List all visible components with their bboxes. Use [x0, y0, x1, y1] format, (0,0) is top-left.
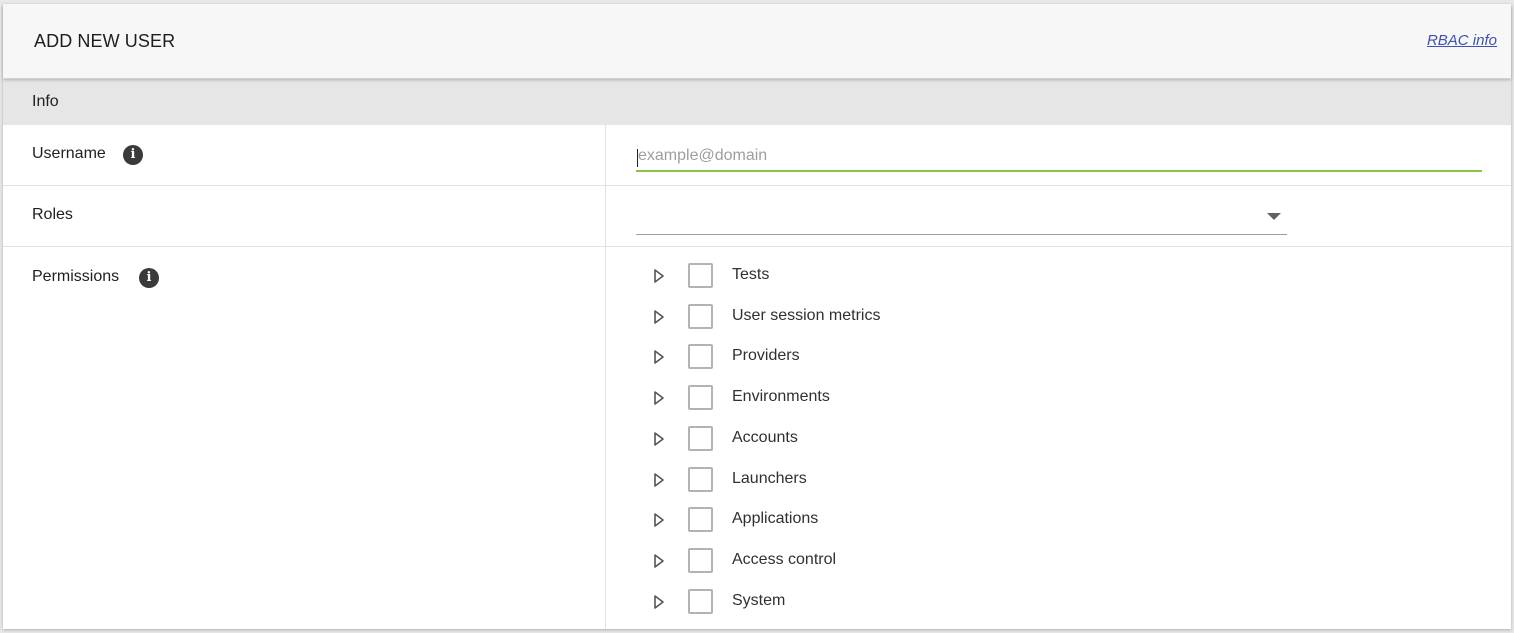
add-user-panel: ADD NEW USER RBAC info Info Username i R… — [3, 4, 1511, 629]
expand-arrow-icon[interactable] — [652, 349, 666, 365]
permission-label: Launchers — [732, 470, 807, 487]
permission-label: Accounts — [732, 429, 798, 446]
permission-checkbox[interactable] — [688, 548, 713, 573]
expand-arrow-icon[interactable] — [652, 472, 666, 488]
panel-header: ADD NEW USER RBAC info — [3, 4, 1511, 78]
expand-arrow-icon[interactable] — [652, 268, 666, 284]
roles-label: Roles — [32, 206, 73, 223]
info-icon[interactable]: i — [139, 268, 159, 288]
permission-checkbox[interactable] — [688, 304, 713, 329]
username-input[interactable] — [636, 142, 1482, 172]
permission-checkbox[interactable] — [688, 263, 713, 288]
permission-item: System — [648, 588, 1148, 616]
rbac-info-link[interactable]: RBAC info — [1427, 32, 1497, 49]
page-title: ADD NEW USER — [34, 31, 176, 51]
expand-arrow-icon[interactable] — [652, 553, 666, 569]
info-section-header: Info — [3, 79, 1511, 125]
permission-label: Environments — [732, 388, 830, 405]
expand-arrow-icon[interactable] — [652, 512, 666, 528]
permission-label: User session metrics — [732, 307, 881, 324]
expand-arrow-icon[interactable] — [652, 390, 666, 406]
section-title: Info — [32, 93, 59, 110]
permission-item: Applications — [648, 506, 1148, 534]
permission-label: Providers — [732, 347, 800, 364]
permission-checkbox[interactable] — [688, 589, 713, 614]
permission-checkbox[interactable] — [688, 385, 713, 410]
permission-label: Applications — [732, 510, 819, 527]
permission-label: Tests — [732, 266, 770, 283]
permission-checkbox[interactable] — [688, 467, 713, 492]
expand-arrow-icon[interactable] — [652, 431, 666, 447]
permission-item: Launchers — [648, 466, 1148, 494]
info-icon[interactable]: i — [123, 145, 143, 165]
permission-item: Providers — [648, 343, 1148, 371]
expand-arrow-icon[interactable] — [652, 309, 666, 325]
permission-item: User session metrics — [648, 303, 1148, 331]
permissions-label: Permissions — [32, 268, 120, 285]
text-caret — [637, 149, 638, 167]
permission-checkbox[interactable] — [688, 344, 713, 369]
permission-item: Accounts — [648, 425, 1148, 453]
dropdown-arrow-icon[interactable] — [1267, 213, 1281, 220]
expand-arrow-icon[interactable] — [652, 594, 666, 610]
permission-checkbox[interactable] — [688, 426, 713, 451]
permission-checkbox[interactable] — [688, 507, 713, 532]
permission-label: System — [732, 592, 786, 609]
permission-item: Access control — [648, 547, 1148, 575]
permission-item: Tests — [648, 262, 1148, 290]
permission-item: Environments — [648, 384, 1148, 412]
username-label: Username — [32, 145, 106, 162]
permission-label: Access control — [732, 551, 837, 568]
roles-select[interactable] — [636, 202, 1287, 235]
